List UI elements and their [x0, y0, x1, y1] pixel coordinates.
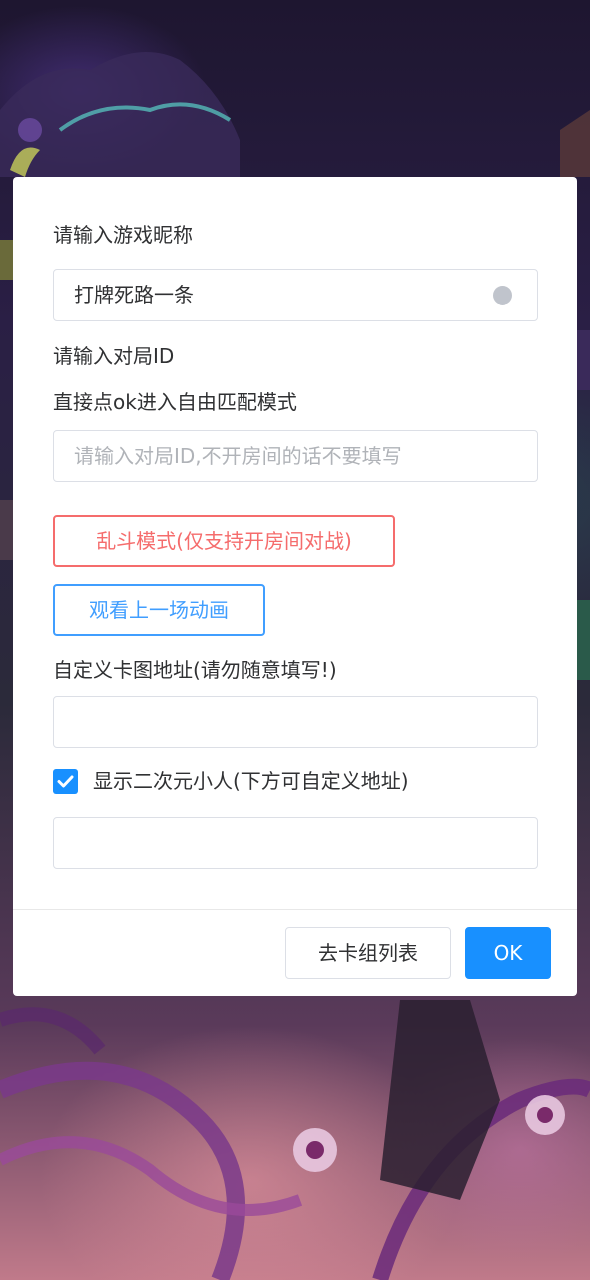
- nickname-label: 请输入游戏昵称: [53, 223, 193, 247]
- card-image-label: 自定义卡图地址(请勿随意填写!): [53, 658, 337, 682]
- nickname-input-value: 打牌死路一条: [74, 283, 194, 307]
- match-id-label: 请输入对局ID: [53, 344, 175, 368]
- show-character-checkbox[interactable]: [53, 769, 78, 794]
- nickname-input[interactable]: 打牌死路一条: [53, 269, 538, 321]
- card-image-url-input[interactable]: [53, 696, 538, 748]
- match-id-input[interactable]: 请输入对局ID,不开房间的话不要填写: [53, 430, 538, 482]
- checkmark-icon: [57, 775, 74, 788]
- deck-list-button[interactable]: 去卡组列表: [285, 927, 451, 979]
- replay-button[interactable]: 观看上一场动画: [53, 584, 265, 636]
- character-url-input[interactable]: [53, 817, 538, 869]
- footer-divider: [13, 909, 577, 910]
- match-id-placeholder: 请输入对局ID,不开房间的话不要填写: [74, 444, 402, 468]
- brawl-mode-button[interactable]: 乱斗模式(仅支持开房间对战): [53, 515, 395, 567]
- settings-dialog: 请输入游戏昵称 打牌死路一条 请输入对局ID 直接点ok进入自由匹配模式 请输入…: [13, 177, 577, 996]
- show-character-label[interactable]: 显示二次元小人(下方可自定义地址): [93, 767, 409, 795]
- clear-icon[interactable]: [493, 286, 512, 313]
- ok-button[interactable]: OK: [465, 927, 551, 979]
- match-id-hint: 直接点ok进入自由匹配模式: [53, 390, 297, 414]
